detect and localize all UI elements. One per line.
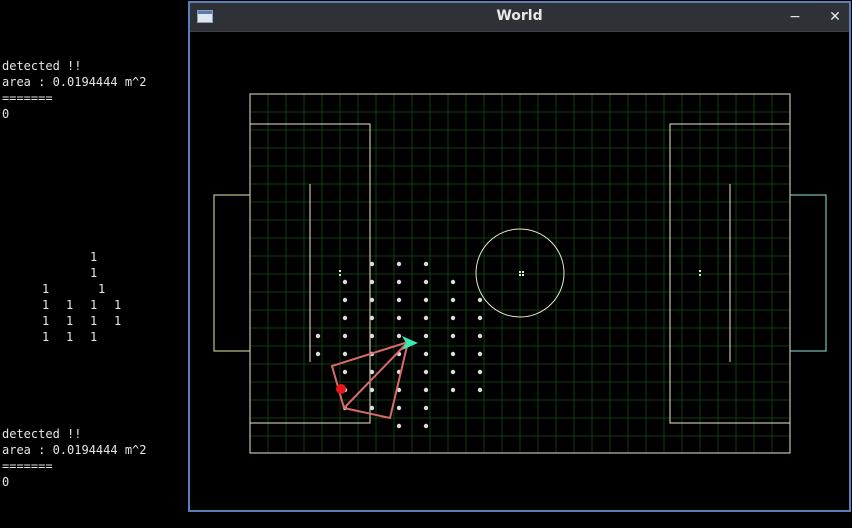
sample-dot — [369, 297, 375, 303]
grid-cell: 1 — [66, 330, 74, 344]
sample-dot — [342, 279, 348, 285]
sample-dot — [369, 279, 375, 285]
sample-dot — [450, 315, 456, 321]
sample-dot — [396, 297, 402, 303]
sample-dot — [450, 369, 456, 375]
sample-dot — [369, 405, 375, 411]
field-grid — [249, 93, 791, 453]
grid-cell: 1 — [42, 314, 50, 328]
grid-cell: 1 — [42, 330, 50, 344]
sample-dot — [423, 279, 429, 285]
grid-cell: 1 — [90, 298, 98, 312]
sample-dot — [477, 333, 483, 339]
sample-dot — [396, 423, 402, 429]
window-title: World — [496, 8, 543, 24]
grid-cell: 1 — [90, 314, 98, 328]
minimize-button[interactable]: − — [785, 7, 805, 27]
sample-dot — [396, 279, 402, 285]
sample-dot — [423, 333, 429, 339]
grid-cell: 1 — [66, 298, 74, 312]
sample-dot — [423, 369, 429, 375]
sample-dot — [477, 351, 483, 357]
grid-cell: 1 — [90, 266, 98, 280]
terminal-line: area : 0.0194444 m^2 — [2, 443, 147, 457]
left-goal — [213, 194, 250, 352]
terminal-line: 0 — [2, 475, 10, 489]
sample-dot — [342, 369, 348, 375]
sample-dot — [342, 351, 348, 357]
sample-dot — [477, 387, 483, 393]
sample-dot — [396, 405, 402, 411]
sample-dot — [450, 297, 456, 303]
sample-dot — [396, 261, 402, 267]
sample-dot — [315, 351, 321, 357]
sample-dot — [423, 351, 429, 357]
sample-dot — [477, 315, 483, 321]
sample-dot — [369, 261, 375, 267]
window-titlebar[interactable]: World − ✕ — [190, 3, 849, 32]
grid-cell: 1 — [42, 282, 50, 296]
grid-cell: 1 — [66, 314, 74, 328]
sample-dot — [369, 315, 375, 321]
sample-dot — [450, 387, 456, 393]
terminal-line: detected !! — [2, 427, 82, 441]
sample-dot — [315, 333, 321, 339]
ball-marker — [336, 384, 346, 394]
sample-dot — [369, 369, 375, 375]
sample-dot — [477, 369, 483, 375]
sample-dot — [396, 315, 402, 321]
grid-cell: 1 — [42, 298, 50, 312]
sample-dot — [450, 333, 456, 339]
terminal-line: ======= — [2, 459, 53, 473]
sample-dot — [423, 423, 429, 429]
grid-cell: 1 — [114, 314, 122, 328]
sample-dot — [450, 351, 456, 357]
terminal-line: area : 0.0194444 m^2 — [2, 75, 147, 89]
grid-cell: 1 — [90, 330, 98, 344]
sample-dot — [342, 315, 348, 321]
grid-cell: 1 — [114, 298, 122, 312]
terminal-line: detected !! — [2, 59, 82, 73]
sample-dot — [423, 315, 429, 321]
terminal-line: ======= — [2, 91, 53, 105]
sample-dot — [423, 297, 429, 303]
sample-dot — [342, 297, 348, 303]
sample-dot — [369, 387, 375, 393]
world-window[interactable]: World − ✕ — [188, 1, 851, 512]
detection-overlay — [330, 336, 418, 420]
terminal-line: 0 — [2, 107, 10, 121]
right-goal — [790, 194, 827, 352]
sample-dot — [423, 261, 429, 267]
sample-dot — [396, 333, 402, 339]
grid-cell: 1 — [90, 250, 98, 264]
sample-dot — [450, 279, 456, 285]
sample-dot — [423, 405, 429, 411]
grid-cell: 1 — [98, 282, 106, 296]
terminal-panel: detected !! area : 0.0194444 m^2 =======… — [0, 0, 188, 528]
sample-dot — [342, 333, 348, 339]
close-button[interactable]: ✕ — [825, 7, 845, 27]
sample-dot — [477, 297, 483, 303]
field-canvas — [213, 93, 827, 454]
sample-dot — [369, 333, 375, 339]
sample-dot — [423, 387, 429, 393]
